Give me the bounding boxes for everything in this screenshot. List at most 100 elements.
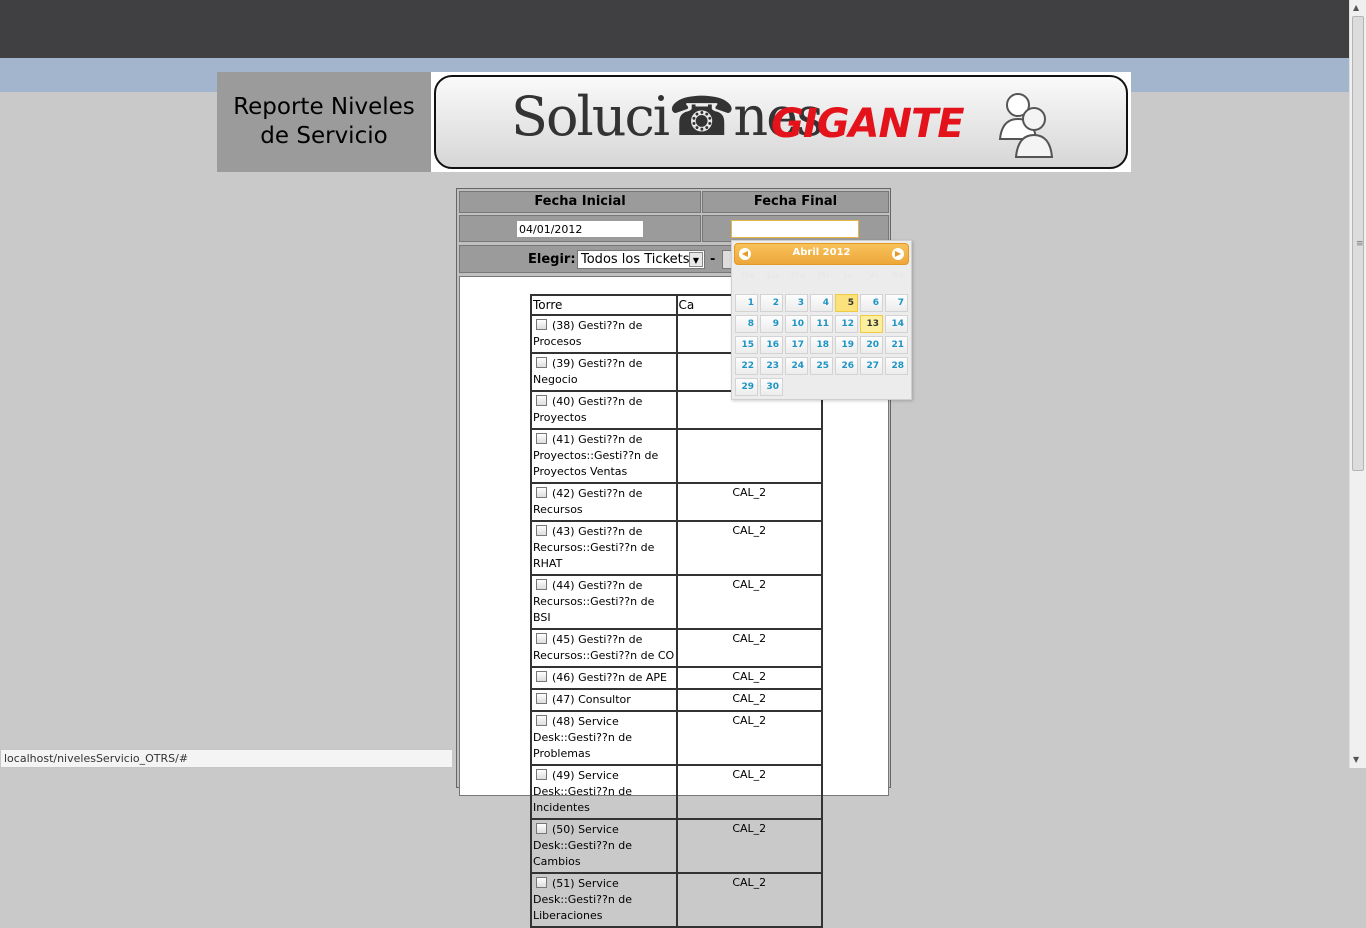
ticket-type-select[interactable]: Todos los Tickets ▼ bbox=[577, 250, 705, 269]
torre-cell: (38) Gesti??n de Procesos bbox=[530, 314, 678, 354]
torre-checkbox[interactable] bbox=[536, 433, 547, 444]
datepicker-day[interactable]: 10 bbox=[785, 315, 808, 333]
datepicker-day[interactable]: 30 bbox=[760, 378, 783, 396]
fecha-final-input[interactable] bbox=[731, 220, 859, 238]
datepicker-day[interactable]: 21 bbox=[885, 336, 908, 354]
table-row: (51) Service Desk::Gesti??n de Liberacio… bbox=[530, 872, 823, 928]
datepicker-day[interactable]: 25 bbox=[810, 357, 833, 375]
grip-icon: ≡ bbox=[1356, 239, 1364, 249]
torre-cell: (49) Service Desk::Gesti??n de Incidente… bbox=[530, 764, 678, 820]
torre-checkbox[interactable] bbox=[536, 877, 547, 888]
fecha-inicial-cell bbox=[459, 215, 701, 242]
status-bar-url: localhost/nivelesServicio_OTRS/# bbox=[0, 749, 453, 768]
next-month-icon[interactable]: ▶ bbox=[892, 248, 904, 260]
torre-name: (45) Gesti??n de Recursos::Gesti??n de C… bbox=[533, 633, 675, 662]
datepicker-day[interactable]: 18 bbox=[810, 336, 833, 354]
datepicker-day[interactable]: 8 bbox=[735, 315, 758, 333]
table-row: (45) Gesti??n de Recursos::Gesti??n de C… bbox=[530, 628, 823, 668]
table-row: (46) Gesti??n de APE CAL_2 bbox=[530, 666, 823, 690]
datepicker-day[interactable]: 4 bbox=[810, 294, 833, 312]
datepicker-weekday: Lu bbox=[766, 271, 780, 281]
calendar-cell: CAL_2 bbox=[675, 574, 823, 630]
torre-name: (44) Gesti??n de Recursos::Gesti??n de B… bbox=[533, 579, 655, 624]
datepicker-day[interactable]: 3 bbox=[785, 294, 808, 312]
datepicker-day[interactable]: 29 bbox=[735, 378, 758, 396]
table-row: (44) Gesti??n de Recursos::Gesti??n de B… bbox=[530, 574, 823, 630]
phone-icon: ☎ bbox=[668, 85, 735, 148]
torre-checkbox[interactable] bbox=[536, 671, 547, 682]
scroll-down-icon[interactable]: ▼ bbox=[1353, 755, 1359, 764]
datepicker-day[interactable]: 12 bbox=[835, 315, 858, 333]
torre-cell: (46) Gesti??n de APE bbox=[530, 666, 678, 690]
datepicker-weekday: Do bbox=[741, 271, 755, 281]
calendar-cell: CAL_2 bbox=[675, 482, 823, 522]
datepicker-day[interactable]: 16 bbox=[760, 336, 783, 354]
datepicker-day[interactable]: 28 bbox=[885, 357, 908, 375]
separator-dash: - bbox=[710, 252, 716, 267]
torre-cell: (51) Service Desk::Gesti??n de Liberacio… bbox=[530, 872, 678, 928]
datepicker-day[interactable]: 11 bbox=[810, 315, 833, 333]
torre-cell: (43) Gesti??n de Recursos::Gesti??n de R… bbox=[530, 520, 678, 576]
torre-checkbox[interactable] bbox=[536, 823, 547, 834]
datepicker-day[interactable]: 22 bbox=[735, 357, 758, 375]
datepicker-day[interactable]: 14 bbox=[885, 315, 908, 333]
logo-word-gigante: GIGANTE bbox=[771, 101, 965, 147]
torre-name: (50) Service Desk::Gesti??n de Cambios bbox=[533, 823, 633, 868]
datepicker-day[interactable]: 17 bbox=[785, 336, 808, 354]
datepicker-day[interactable]: 5 bbox=[835, 294, 858, 312]
torre-name: (51) Service Desk::Gesti??n de Liberacio… bbox=[533, 877, 633, 922]
torre-checkbox[interactable] bbox=[536, 395, 547, 406]
torre-checkbox[interactable] bbox=[536, 633, 547, 644]
datepicker-day[interactable]: 26 bbox=[835, 357, 858, 375]
datepicker-day[interactable]: 23 bbox=[760, 357, 783, 375]
torre-name: (46) Gesti??n de APE bbox=[552, 671, 667, 684]
datepicker-header: ◀ Abril 2012 ▶ bbox=[734, 243, 909, 265]
ticket-type-selected: Todos los Tickets bbox=[581, 252, 690, 267]
browser-top-bar bbox=[0, 0, 1349, 58]
table-row: (47) Consultor CAL_2 bbox=[530, 688, 823, 712]
torre-column-header: Torre bbox=[530, 294, 678, 316]
datepicker-day[interactable]: 15 bbox=[735, 336, 758, 354]
torre-cell: (40) Gesti??n de Proyectos bbox=[530, 390, 678, 430]
calendar-cell: CAL_2 bbox=[675, 818, 823, 874]
torre-name: (39) Gesti??n de Negocio bbox=[533, 357, 643, 386]
datepicker-day[interactable]: 2 bbox=[760, 294, 783, 312]
datepicker-day[interactable]: 20 bbox=[860, 336, 883, 354]
torre-checkbox[interactable] bbox=[536, 357, 547, 368]
torre-name: (40) Gesti??n de Proyectos bbox=[533, 395, 643, 424]
datepicker-day[interactable]: 24 bbox=[785, 357, 808, 375]
datepicker-day[interactable]: 9 bbox=[760, 315, 783, 333]
fecha-inicial-input[interactable] bbox=[516, 220, 644, 238]
datepicker-day[interactable]: 19 bbox=[835, 336, 858, 354]
datepicker-weekday: Sa bbox=[891, 271, 905, 281]
calendar-cell: CAL_2 bbox=[675, 710, 823, 766]
datepicker-day[interactable]: 7 bbox=[885, 294, 908, 312]
datepicker-day[interactable]: 27 bbox=[860, 357, 883, 375]
chevron-down-icon[interactable]: ▼ bbox=[689, 252, 703, 267]
scroll-up-icon[interactable]: ▲ bbox=[1353, 3, 1359, 12]
datepicker-popup: ◀ Abril 2012 ▶ Do Lu Ma Mi Ju Vi Sa 1 2 3 4 5 6 7 8 9 10… bbox=[731, 240, 912, 400]
logo-frame: Soluci☎nes GIGANTE bbox=[434, 75, 1128, 169]
calendar-cell: CAL_2 bbox=[675, 764, 823, 820]
torre-cell: (42) Gesti??n de Recursos bbox=[530, 482, 678, 522]
scroll-thumb[interactable]: ≡ bbox=[1352, 16, 1364, 471]
torre-cell: (48) Service Desk::Gesti??n de Problemas bbox=[530, 710, 678, 766]
torre-checkbox[interactable] bbox=[536, 579, 547, 590]
torre-checkbox[interactable] bbox=[536, 487, 547, 498]
datepicker-day[interactable]: 1 bbox=[735, 294, 758, 312]
datepicker-day[interactable]: 13 bbox=[860, 315, 883, 333]
torre-cell: (41) Gesti??n de Proyectos::Gesti??n de … bbox=[530, 428, 678, 484]
torre-name: (49) Service Desk::Gesti??n de Incidente… bbox=[533, 769, 633, 814]
company-logo: Soluci☎nes GIGANTE bbox=[431, 72, 1131, 172]
torre-table-body: (38) Gesti??n de Procesos (39) Gesti??n d… bbox=[530, 314, 823, 928]
torre-checkbox[interactable] bbox=[536, 525, 547, 536]
torre-checkbox[interactable] bbox=[536, 693, 547, 704]
torre-checkbox[interactable] bbox=[536, 769, 547, 780]
calendar-cell bbox=[675, 428, 823, 484]
page-scrollbar[interactable]: ▲ ≡ ▼ bbox=[1349, 0, 1366, 768]
torre-checkbox[interactable] bbox=[536, 319, 547, 330]
torre-checkbox[interactable] bbox=[536, 715, 547, 726]
datepicker-day[interactable]: 6 bbox=[860, 294, 883, 312]
datepicker-weekday: Ju bbox=[843, 271, 853, 281]
calendar-cell: CAL_2 bbox=[675, 872, 823, 928]
